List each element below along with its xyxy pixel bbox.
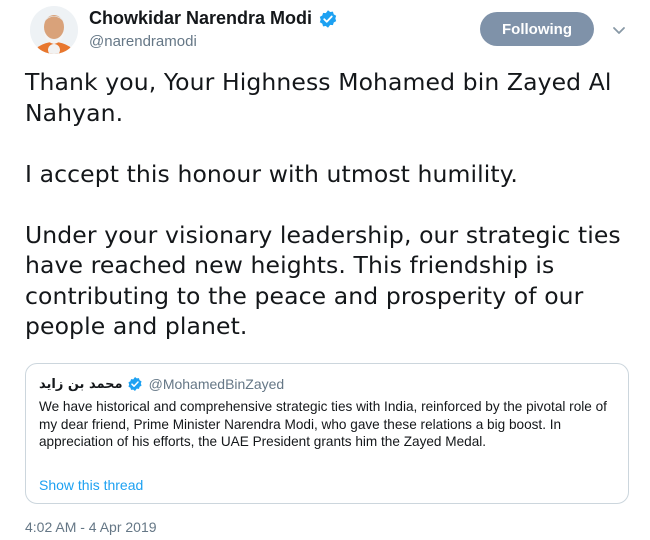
show-thread-link[interactable]: Show this thread [39, 477, 143, 493]
quoted-author-name: محمد بن زايد [39, 376, 123, 392]
author-display-name[interactable]: Chowkidar Narendra Modi [89, 8, 338, 29]
tweet-paragraph: Under your visionary leadership, our str… [25, 220, 621, 341]
quoted-tweet-header: محمد بن زايد @MohamedBinZayed [39, 376, 284, 392]
quoted-tweet-text: We have historical and comprehensive str… [39, 399, 607, 450]
verified-badge-icon [127, 376, 143, 392]
chevron-down-icon[interactable] [611, 22, 627, 38]
tweet-paragraph: Thank you, Your Highness Mohamed bin Zay… [25, 68, 612, 127]
tweet-timestamp[interactable]: 4:02 AM - 4 Apr 2019 [25, 519, 157, 535]
tweet-paragraph: I accept this honour with utmost humilit… [25, 159, 518, 188]
quoted-tweet-card[interactable]: محمد بن زايد @MohamedBinZayed We have hi… [25, 363, 629, 504]
author-name-text: Chowkidar Narendra Modi [89, 8, 313, 28]
verified-badge-icon [318, 9, 338, 29]
following-button[interactable]: Following [480, 12, 594, 46]
author-avatar[interactable] [30, 6, 78, 54]
user-avatar-icon [30, 6, 78, 54]
author-handle[interactable]: @narendramodi [89, 33, 197, 50]
quoted-author-handle: @MohamedBinZayed [148, 376, 285, 392]
tweet-text: Thank you, Your Highness Mohamed bin Zay… [25, 67, 640, 342]
